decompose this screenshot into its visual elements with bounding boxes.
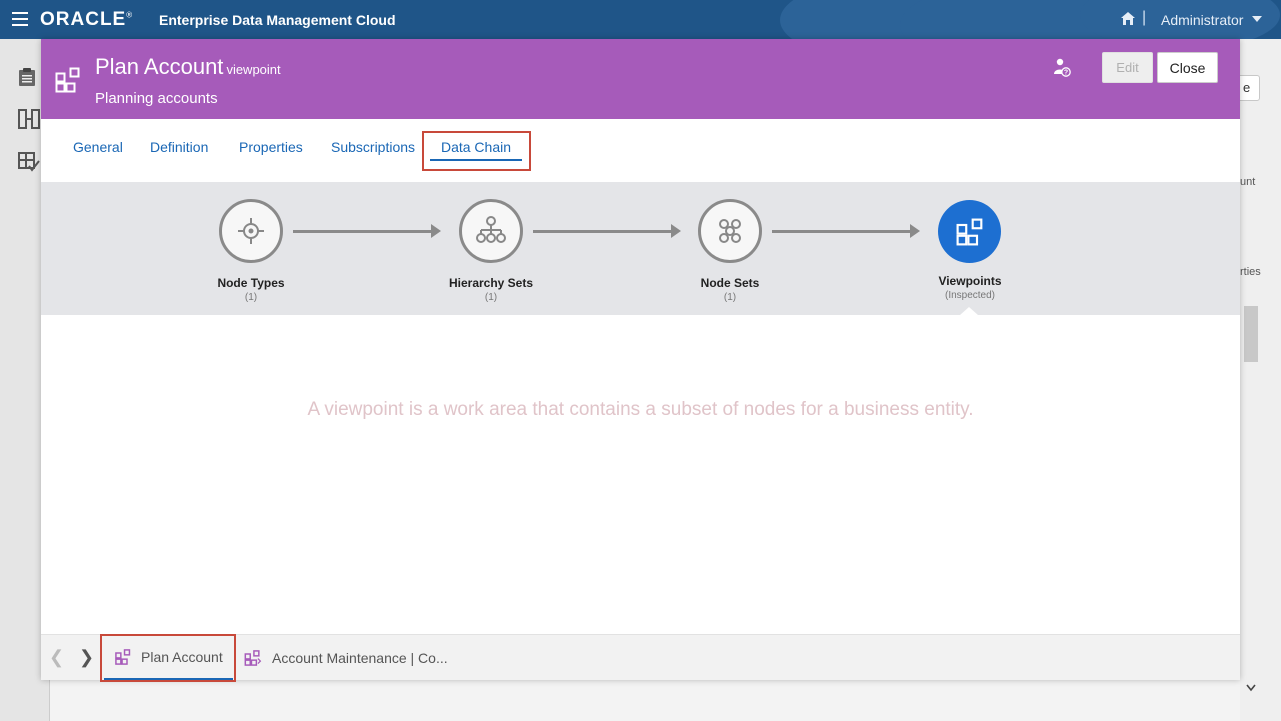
user-menu[interactable]: Administrator xyxy=(1161,12,1243,28)
viewpoint-icon xyxy=(956,218,982,245)
tab-general[interactable]: General xyxy=(73,139,123,155)
node-type-icon xyxy=(238,218,264,244)
svg-text:?: ? xyxy=(1064,70,1068,77)
background-text: rties xyxy=(1240,266,1261,278)
scrollbar-thumb[interactable] xyxy=(1244,306,1258,362)
dialog-title: Plan Account viewpoint xyxy=(95,54,281,79)
tab-properties[interactable]: Properties xyxy=(239,139,303,155)
node-set-icon xyxy=(719,219,741,243)
divider: | xyxy=(1142,9,1147,26)
breadcrumb-tabs: ❮ ❯ Plan Account Account Maintenance | C… xyxy=(41,634,1240,682)
selection-pointer xyxy=(960,307,978,315)
node-count: (1) xyxy=(484,292,498,303)
node-count: (1) xyxy=(244,292,258,303)
footer-tab-account-maintenance[interactable]: Account Maintenance | Co... xyxy=(244,635,448,681)
chevron-right-icon[interactable]: ❯ xyxy=(79,647,94,668)
grid-check-icon[interactable] xyxy=(18,152,40,172)
user-help-icon[interactable]: ? xyxy=(1053,58,1071,78)
top-bar: ORACLE® Enterprise Data Management Cloud… xyxy=(0,0,1281,70)
tab-bar: General Definition Properties Subscripti… xyxy=(41,119,1240,182)
dialog-subtitle: Planning accounts xyxy=(95,90,218,107)
tab-definition[interactable]: Definition xyxy=(150,139,208,155)
flow-arrow xyxy=(533,224,681,238)
node-label: Node Sets xyxy=(700,276,760,290)
clipboard-icon[interactable] xyxy=(18,67,36,87)
data-chain-flow: Node Types (1) Hierarchy Sets (1) Node S… xyxy=(41,182,1240,315)
node-types-step[interactable] xyxy=(219,199,283,263)
compare-icon[interactable] xyxy=(18,109,40,129)
node-count: (1) xyxy=(723,292,737,303)
hierarchy-icon xyxy=(476,216,506,243)
viewpoints-step[interactable] xyxy=(938,200,1001,263)
product-name: Enterprise Data Management Cloud xyxy=(159,12,396,28)
oracle-logo: ORACLE® xyxy=(40,9,134,30)
hierarchy-sets-step[interactable] xyxy=(459,199,523,263)
viewpoint-icon xyxy=(55,67,80,93)
hamburger-menu-icon[interactable] xyxy=(12,12,28,26)
dialog-header: Plan Account viewpoint Planning accounts … xyxy=(41,39,1240,119)
flow-arrow xyxy=(293,224,441,238)
footer-tab-label: Account Maintenance | Co... xyxy=(272,650,448,666)
description-text: A viewpoint is a work area that contains… xyxy=(307,399,974,420)
edit-button[interactable]: Edit xyxy=(1102,52,1153,83)
node-label: Hierarchy Sets xyxy=(448,276,534,290)
node-label: Node Types xyxy=(217,276,285,290)
home-icon[interactable] xyxy=(1120,11,1136,26)
viewpoint-request-icon xyxy=(244,650,262,666)
flow-arrow xyxy=(772,224,920,238)
tab-subscriptions[interactable]: Subscriptions xyxy=(331,139,415,155)
highlight-box xyxy=(100,634,236,682)
node-label: Viewpoints xyxy=(938,274,1002,288)
background-text: unt xyxy=(1240,176,1256,188)
chevron-down-icon[interactable] xyxy=(1252,16,1262,22)
viewpoint-inspector-dialog: Plan Account viewpoint Planning accounts … xyxy=(41,39,1240,682)
background-panel xyxy=(1240,39,1281,721)
chevron-left-icon[interactable]: ❮ xyxy=(49,647,64,668)
node-count: (Inspected) xyxy=(944,290,996,301)
scroll-down-icon[interactable] xyxy=(1246,684,1256,692)
highlight-box xyxy=(422,131,531,171)
close-button[interactable]: Close xyxy=(1157,52,1218,83)
node-sets-step[interactable] xyxy=(698,199,762,263)
